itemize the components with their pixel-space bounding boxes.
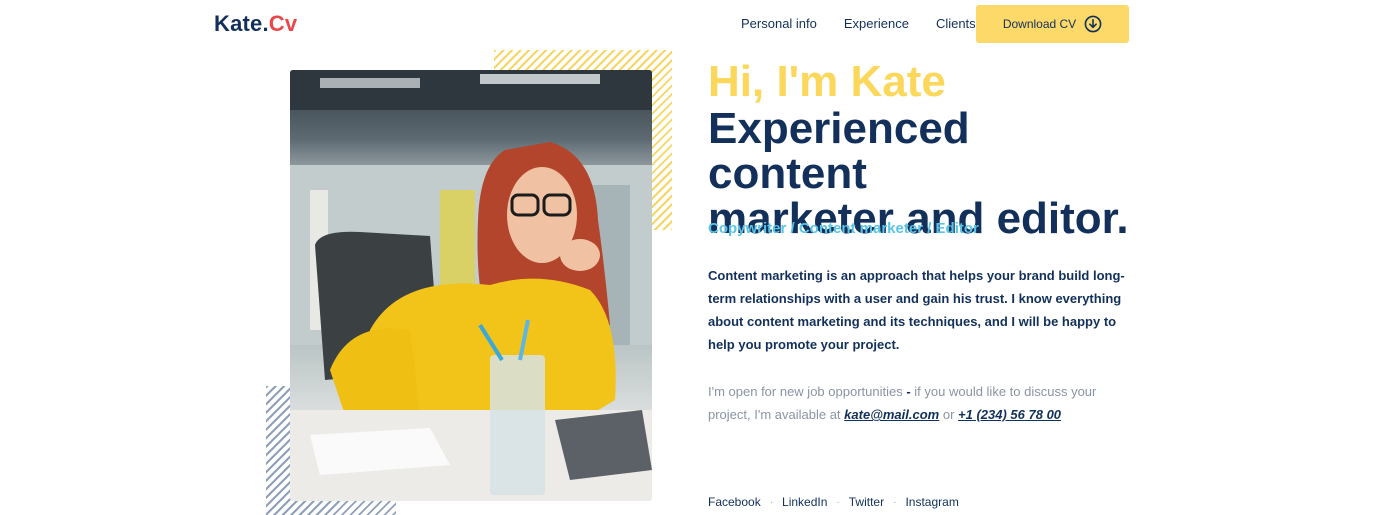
- nav-personal-info[interactable]: Personal info: [741, 16, 817, 31]
- role-subtitle: Copywriter / Content marketer / Editor: [708, 220, 979, 237]
- social-linkedin[interactable]: LinkedIn: [782, 495, 827, 509]
- download-cv-button[interactable]: Download CV: [976, 5, 1129, 43]
- social-links: Facebook · LinkedIn · Twitter · Instagra…: [708, 495, 959, 509]
- separator-dot: ·: [836, 496, 840, 508]
- profile-photo: [290, 70, 652, 501]
- phone-number: 1 (234) 56 78 00: [965, 407, 1062, 422]
- contact-prefix: I'm open for new job opportunities: [708, 384, 903, 399]
- email-link[interactable]: kate@mail.com: [844, 407, 939, 422]
- logo-name: Kate.: [214, 11, 269, 36]
- download-cv-label: Download CV: [1002, 17, 1077, 31]
- main-nav: Personal info Experience Clients: [741, 16, 976, 31]
- nav-clients[interactable]: Clients: [936, 16, 976, 31]
- contact-paragraph: I'm open for new job opportunities - if …: [708, 380, 1138, 426]
- contact-dash: -: [902, 384, 915, 399]
- greeting: Hi, I'm Kate: [708, 57, 946, 106]
- social-twitter[interactable]: Twitter: [849, 495, 884, 509]
- phone-link[interactable]: +1 (234) 56 78 00: [958, 407, 1061, 422]
- social-facebook[interactable]: Facebook: [708, 495, 761, 509]
- contact-or: or: [939, 407, 959, 422]
- social-instagram[interactable]: Instagram: [905, 495, 958, 509]
- intro-paragraph: Content marketing is an approach that he…: [708, 268, 1125, 352]
- headline-line-1: Experienced content: [708, 104, 970, 198]
- separator-dot: ·: [893, 496, 897, 508]
- logo[interactable]: Kate.Cv: [214, 11, 297, 37]
- hero-heading: Hi, I'm Kate Experienced content markete…: [708, 57, 1138, 242]
- arrow-down-circle-icon: [1084, 15, 1102, 33]
- separator-dot: ·: [769, 496, 774, 508]
- logo-accent: Cv: [268, 11, 298, 36]
- phone-plus: +: [958, 407, 966, 422]
- nav-experience[interactable]: Experience: [844, 16, 909, 31]
